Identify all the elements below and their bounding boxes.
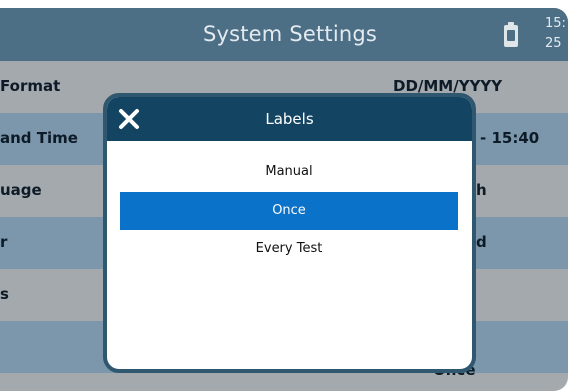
setting-label: s [0, 285, 9, 303]
dialog-header: Labels [107, 97, 472, 141]
option-every-test[interactable]: Every Test [120, 230, 458, 268]
labels-dialog: Labels Manual Once Every Test [103, 93, 476, 373]
setting-label: Format [0, 77, 61, 95]
setting-value: d [476, 233, 487, 251]
clock-minute: 25 [545, 36, 562, 51]
clock-hour: 15: [545, 16, 566, 31]
battery-charging-icon [504, 22, 518, 47]
clock: 15: 25 [545, 14, 566, 54]
setting-value: - 15:40 [480, 129, 540, 147]
setting-value: h [476, 181, 487, 199]
setting-label: and Time [0, 129, 78, 147]
option-once[interactable]: Once [120, 192, 458, 230]
app-header: System Settings 15: 25 [0, 8, 568, 61]
option-manual[interactable]: Manual [120, 153, 458, 191]
page-title: System Settings [202, 22, 378, 46]
dialog-title: Labels [265, 110, 314, 128]
setting-label: r [0, 233, 8, 251]
setting-label: uage [0, 181, 42, 199]
